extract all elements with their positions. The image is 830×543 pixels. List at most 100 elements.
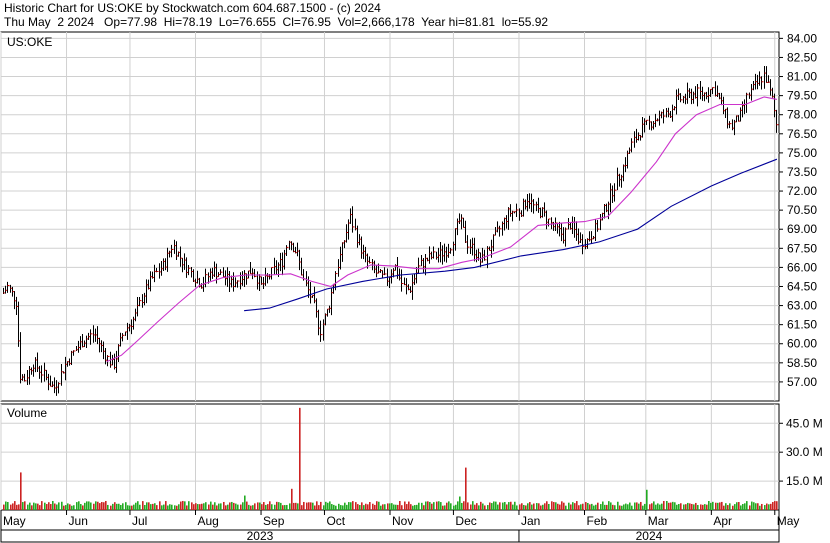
volume-bar [63, 505, 65, 510]
volume-bar [467, 502, 469, 510]
volume-bar [389, 503, 391, 510]
volume-bar [591, 503, 593, 510]
volume-bar [453, 505, 455, 510]
volume-bar [431, 503, 433, 510]
price-volume-chart: 84.00 82.50 81.00 79.50 78.00 76.50 75.00 73.50… [0, 31, 823, 543]
volume-bar [195, 503, 197, 510]
volume-bar [193, 504, 195, 510]
volume-bar [363, 505, 365, 510]
volume-bar [410, 504, 412, 510]
volume-bar [489, 502, 491, 510]
volume-bar [408, 501, 410, 510]
volume-bar [184, 501, 186, 510]
volume-bar [506, 504, 508, 510]
volume-bar [167, 505, 169, 510]
volume-bar [544, 503, 546, 510]
volume-bar [578, 505, 580, 510]
volume-bar [5, 501, 7, 510]
volume-bar [265, 504, 267, 510]
volume-bar [161, 505, 163, 510]
volume-bar [22, 502, 24, 510]
volume-bar [461, 502, 463, 510]
volume-bar [107, 504, 109, 510]
volume-bar [387, 503, 389, 510]
volume-bar [16, 504, 18, 510]
volume-bar [216, 505, 218, 510]
volume-bar [474, 504, 476, 510]
volume-bar [516, 505, 518, 510]
volume-bar [757, 503, 759, 510]
volume-bar [56, 504, 58, 510]
volume-bar [644, 503, 646, 510]
volume-bar [165, 501, 167, 510]
volume-bar [723, 505, 725, 510]
volume-bar [621, 505, 623, 510]
price-tick-label: 81.00 [787, 70, 817, 84]
volume-bar [427, 501, 429, 510]
volume-bar [738, 502, 740, 510]
volume-bar [214, 502, 216, 510]
volume-bar [20, 472, 22, 510]
month-label: Feb [587, 514, 608, 528]
volume-bar [361, 502, 363, 510]
volume-bar [687, 502, 689, 510]
volume-bar [623, 504, 625, 510]
volume-bar [271, 504, 273, 510]
volume-bar [672, 501, 674, 510]
volume-bar [751, 501, 753, 510]
volume-bar [233, 502, 235, 510]
volume-bar [80, 504, 82, 510]
volume-bar [352, 501, 354, 510]
volume-bar [269, 501, 271, 510]
volume-bar [24, 501, 26, 510]
volume-bar [101, 501, 103, 510]
volume-bar [346, 504, 348, 510]
volume-bar [131, 505, 133, 510]
volume-bar [137, 501, 139, 510]
volume-bar [523, 504, 525, 510]
volume-bar [478, 505, 480, 510]
volume-bar [335, 505, 337, 510]
volume-bar [772, 502, 774, 510]
volume-bar [146, 502, 148, 510]
volume-bar [595, 504, 597, 510]
month-label: Sep [263, 514, 285, 528]
volume-bar [655, 504, 657, 510]
volume-bar [740, 505, 742, 510]
volume-bar [199, 504, 201, 510]
volume-bar [246, 501, 248, 510]
volume-bar [257, 502, 259, 510]
volume-bar [33, 502, 35, 510]
volume-bar [133, 504, 135, 510]
volume-bar [142, 501, 144, 510]
volume-bar [382, 504, 384, 510]
volume-bar [563, 502, 565, 510]
volume-tick-label: 45.0 M [786, 416, 823, 430]
volume-bar [90, 502, 92, 510]
volume-bar [446, 502, 448, 510]
volume-bar [154, 503, 156, 510]
volume-bar [399, 500, 401, 510]
symbol-label: US:OKE [7, 35, 52, 49]
volume-bar [3, 504, 5, 510]
chart-window: Historic Chart for US:OKE by Stockwatch.… [0, 0, 830, 543]
volume-bar [646, 489, 648, 510]
volume-bar [308, 502, 310, 510]
volume-bar [700, 504, 702, 510]
volume-bar [617, 501, 619, 510]
volume-bar [67, 503, 69, 510]
volume-bar [568, 502, 570, 510]
volume-bar [749, 505, 751, 510]
volume-bar [636, 502, 638, 510]
volume-bar [259, 502, 261, 510]
price-tick-label: 67.50 [787, 241, 817, 255]
volume-bar [627, 504, 629, 510]
volume-bar [463, 501, 465, 510]
volume-bar [263, 502, 265, 510]
volume-bar [685, 504, 687, 510]
volume-bar [205, 502, 207, 510]
volume-bar [197, 504, 199, 510]
volume-bar [244, 495, 246, 510]
volume-bar [76, 502, 78, 510]
volume-bar [753, 502, 755, 510]
